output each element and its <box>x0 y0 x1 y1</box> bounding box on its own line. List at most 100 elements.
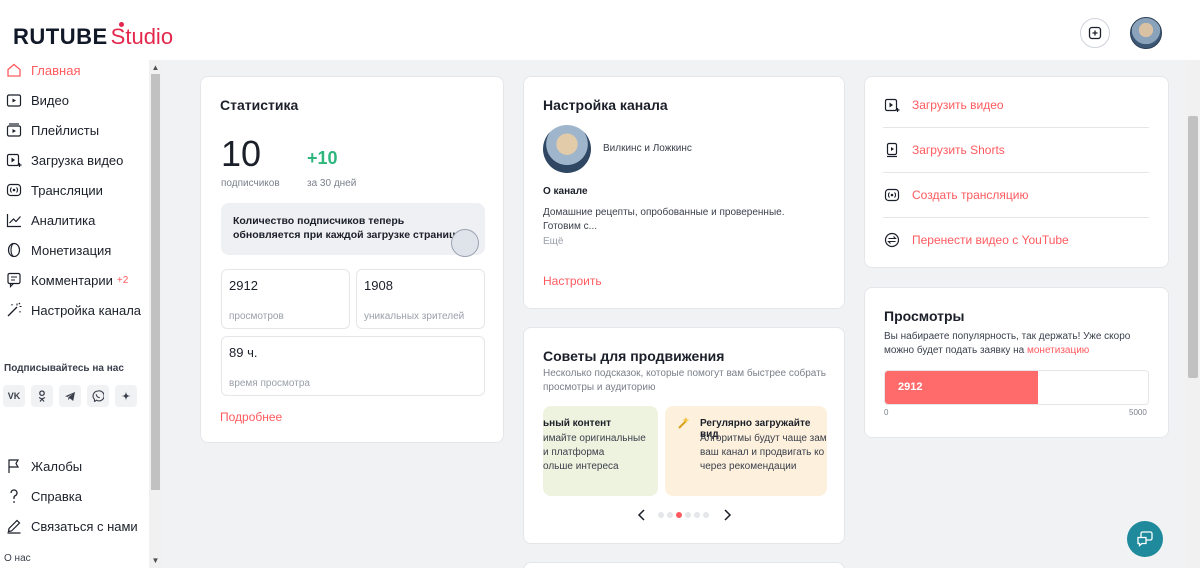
action-label: Создать трансляцию <box>912 187 1029 202</box>
views-metric: 2912 просмотров <box>221 269 350 329</box>
follow-us-title: Подписывайтесь на нас <box>4 363 124 374</box>
broadcast-icon <box>883 186 901 204</box>
about-link[interactable]: О нас <box>4 553 31 564</box>
tip-card-line: через рекомендации <box>700 461 797 472</box>
sidebar-scrollbar-thumb[interactable] <box>151 74 160 490</box>
configure-channel-link[interactable]: Настроить <box>543 274 602 288</box>
upload-video-icon <box>883 96 901 114</box>
sidebar-item-comments[interactable]: Комментарии +2 <box>0 266 148 294</box>
flag-icon <box>5 457 23 475</box>
promotion-tips-subtitle-1: Несколько подсказок, которые помогут вам… <box>543 368 826 379</box>
channel-avatar[interactable] <box>543 125 591 173</box>
sidebar-item-contact[interactable]: Связаться с нами <box>0 512 148 540</box>
odnoklassniki-icon[interactable] <box>31 385 53 407</box>
magic-wand-icon <box>5 301 23 319</box>
views-progress-value: 2912 <box>898 381 923 393</box>
transfer-youtube-action[interactable]: Перенести видео с YouTube <box>883 217 1149 262</box>
user-avatar[interactable] <box>1130 17 1162 49</box>
views-card-text-2-main: можно будет подать заявку на <box>884 345 1025 356</box>
carousel-next-icon[interactable] <box>721 508 733 522</box>
sidebar-item-monetization[interactable]: Монетизация <box>0 236 148 264</box>
carousel-prev-icon[interactable] <box>636 508 648 522</box>
sidebar-item-analytics[interactable]: Аналитика <box>0 206 148 234</box>
rutube-studio-logo[interactable]: RUTUBE Studio <box>13 22 173 50</box>
support-chat-button[interactable] <box>1127 521 1163 557</box>
action-label: Перенести видео с YouTube <box>912 232 1069 247</box>
carousel-dot-active[interactable] <box>676 512 682 518</box>
create-button[interactable] <box>1080 18 1110 48</box>
tip-card-line: имайте оригинальные <box>543 433 646 444</box>
sidebar-item-label: Загрузка видео <box>31 152 124 168</box>
upload-shorts-action[interactable]: Загрузить Shorts <box>883 127 1149 172</box>
telegram-icon[interactable] <box>59 385 81 407</box>
scroll-up-arrow-icon[interactable]: ▲ <box>149 62 162 74</box>
watch-time-label: время просмотра <box>229 378 310 389</box>
tip-card-original-content[interactable]: ьный контент имайте оригинальные и платф… <box>543 406 658 496</box>
subscribers-notice: Количество подписчиков теперь обновляетс… <box>221 203 485 257</box>
sidebar-item-upload[interactable]: Загрузка видео <box>0 146 148 174</box>
logo-dot <box>119 22 124 27</box>
next-card <box>523 562 845 568</box>
sidebar-item-help[interactable]: Справка <box>0 482 148 510</box>
views-progress-bar: 2912 <box>884 370 1149 405</box>
notice-text: Количество подписчиков теперь обновляетс… <box>233 215 465 241</box>
promotion-tips-title: Советы для продвижения <box>543 348 725 364</box>
sidebar-item-channel-settings[interactable]: Настройка канала <box>0 296 148 324</box>
carousel-dot[interactable] <box>685 512 691 518</box>
channel-settings-card: Настройка канала Вилкинс и Ложкинс О кан… <box>523 76 845 309</box>
comments-icon <box>5 271 23 289</box>
tip-card-regular-uploads[interactable]: Регулярно загружайте вид Алгоритмы будут… <box>665 406 827 496</box>
refresh-mascot-icon <box>451 229 479 257</box>
scroll-down-arrow-icon[interactable]: ▼ <box>149 555 162 567</box>
action-label: Загрузить видео <box>912 97 1004 112</box>
sidebar-item-label: Трансляции <box>31 182 103 198</box>
viber-icon[interactable] <box>87 385 109 407</box>
create-broadcast-action[interactable]: Создать трансляцию <box>883 172 1149 217</box>
channel-settings-title: Настройка канала <box>543 97 668 113</box>
promotion-tips-subtitle-2: просмотры и аудиторию <box>543 382 656 393</box>
sidebar-item-video[interactable]: Видео <box>0 86 148 114</box>
vk-icon[interactable]: VK <box>3 385 25 407</box>
sidebar-item-label: Главная <box>31 62 81 78</box>
carousel-dot[interactable] <box>658 512 664 518</box>
watch-time-value: 89 ч. <box>229 345 258 360</box>
page-scrollbar-thumb[interactable] <box>1188 116 1198 378</box>
carousel-dots[interactable] <box>658 512 709 518</box>
video-icon <box>5 91 23 109</box>
sidebar-item-complaints[interactable]: Жалобы <box>0 452 148 480</box>
watch-time-metric: 89 ч. время просмотра <box>221 336 485 396</box>
views-card-text-1: Вы набираете популярность, так держать! … <box>884 331 1131 342</box>
monetization-link[interactable]: монетизацию <box>1027 345 1089 356</box>
progress-min-label: 0 <box>884 408 889 417</box>
channel-name: Вилкинс и Ложкинс <box>603 143 692 154</box>
views-label: просмотров <box>229 311 284 322</box>
unique-viewers-label: уникальных зрителей <box>364 311 465 322</box>
sidebar-item-broadcasts[interactable]: Трансляции <box>0 176 148 204</box>
carousel-dot[interactable] <box>667 512 673 518</box>
tip-card-line: Алгоритмы будут чаще зам <box>700 433 827 444</box>
monetization-icon <box>5 241 23 259</box>
stats-more-link[interactable]: Подробнее <box>220 410 282 424</box>
pen-icon <box>5 517 23 535</box>
progress-max-label: 5000 <box>1129 408 1147 417</box>
channel-description-more[interactable]: Ещё <box>543 235 563 249</box>
tip-card-title: ьный контент <box>543 418 612 429</box>
header: RUTUBE Studio <box>0 4 1200 60</box>
sidebar-item-label: Монетизация <box>31 242 112 258</box>
sidebar-item-home[interactable]: Главная <box>0 56 148 84</box>
plus-square-icon <box>1088 26 1102 40</box>
sidebar-item-label: Плейлисты <box>31 122 100 138</box>
upload-video-action[interactable]: Загрузить видео <box>883 82 1149 127</box>
carousel-dot[interactable] <box>703 512 709 518</box>
tip-card-line: ольше интереса <box>543 461 619 472</box>
dzen-icon[interactable] <box>115 385 137 407</box>
logo-main: RUTUBE <box>13 24 108 49</box>
channel-description-line-1: Домашние рецепты, опробованные и провере… <box>543 207 785 218</box>
broadcast-icon <box>5 181 23 199</box>
carousel-dot[interactable] <box>694 512 700 518</box>
help-icon <box>5 487 23 505</box>
shorts-icon <box>883 141 901 159</box>
sidebar-item-playlists[interactable]: Плейлисты <box>0 116 148 144</box>
chat-icon <box>1137 531 1153 547</box>
playlist-icon <box>5 121 23 139</box>
